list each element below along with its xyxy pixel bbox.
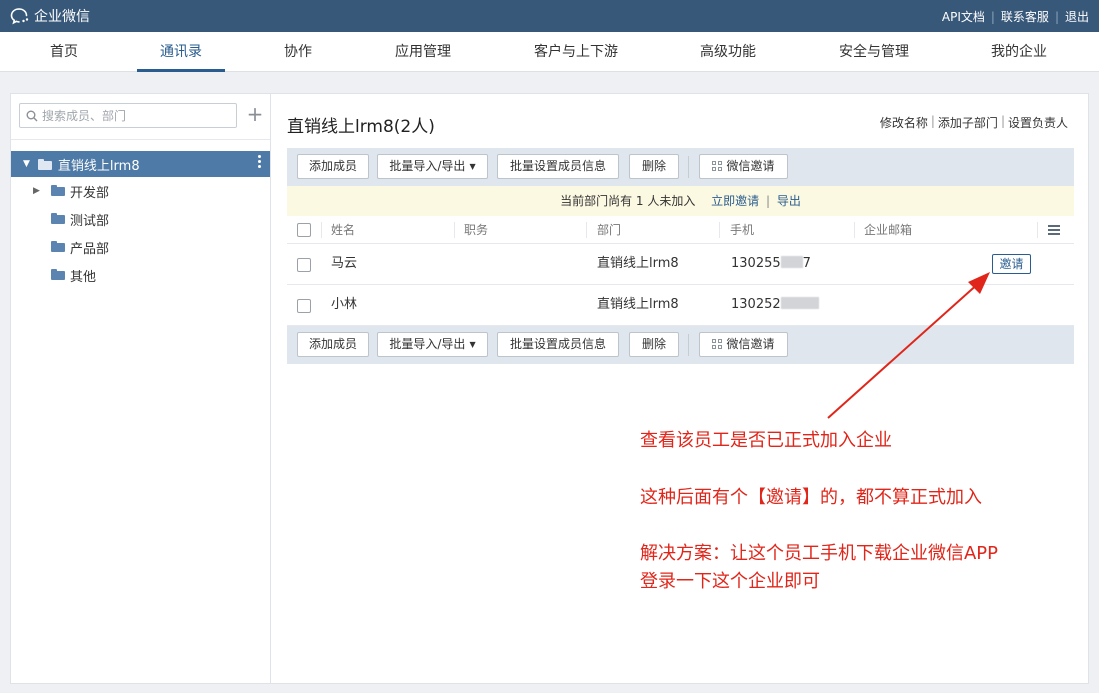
annotation-text: 登录一下这个企业即可 bbox=[640, 571, 820, 592]
annotation-text: 查看该员工是否已正式加入企业 bbox=[640, 430, 892, 451]
annotation-text: 解决方案：让这个员工手机下载企业微信APP bbox=[640, 543, 999, 564]
annotation-text: 这种后面有个【邀请】的，都不算正式加入 bbox=[640, 487, 982, 508]
annotation-arrow-icon bbox=[827, 272, 990, 419]
